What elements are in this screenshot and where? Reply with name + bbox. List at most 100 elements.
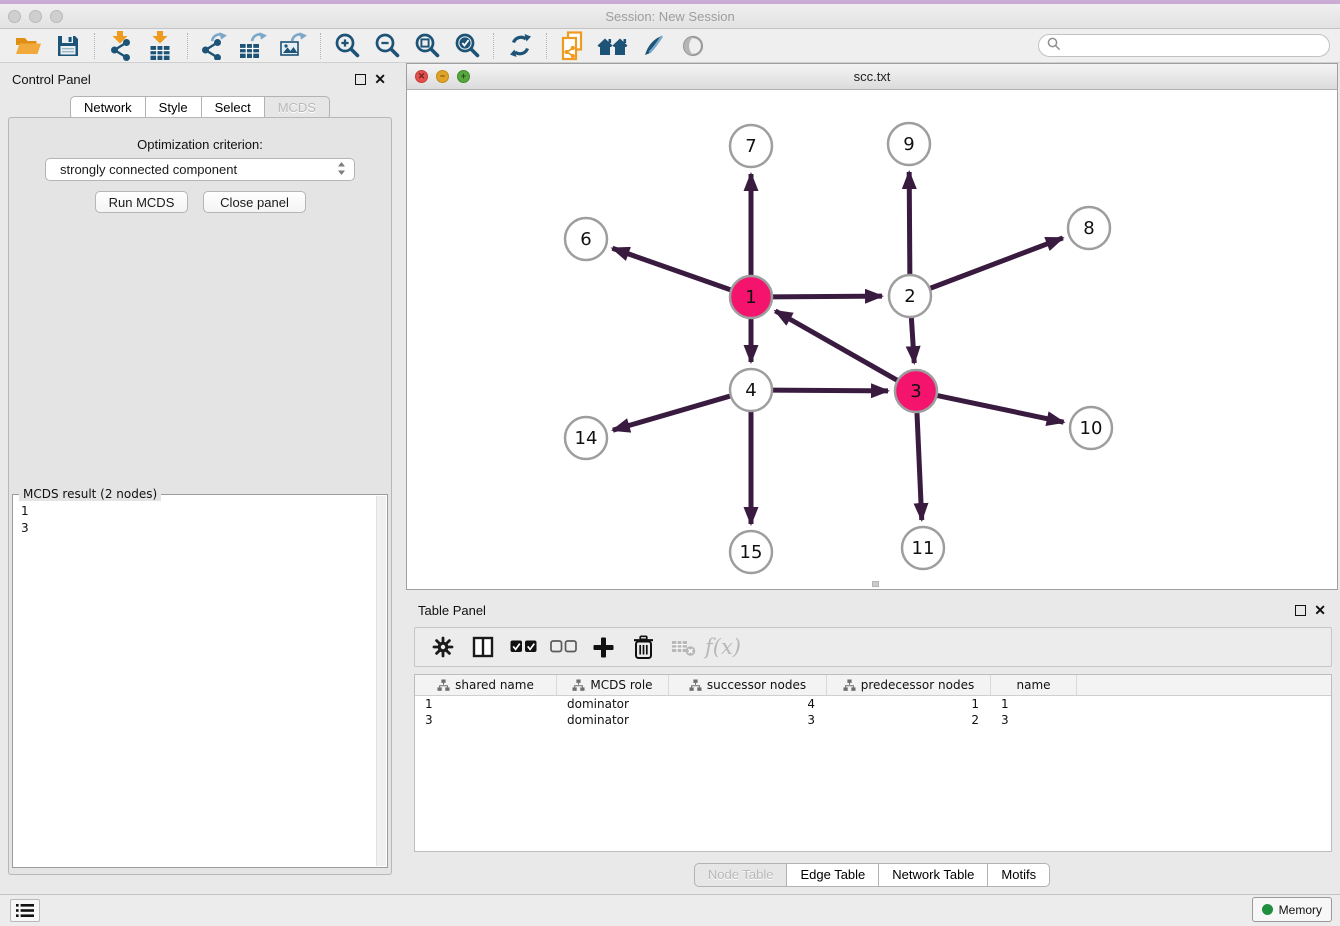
copy-network-style-button[interactable] [553,31,593,61]
toolbar-separator [320,33,321,59]
edge-2-9[interactable] [909,172,910,276]
tab-edge-table[interactable]: Edge Table [786,863,879,887]
table-row[interactable]: 3dominator323 [415,712,1331,728]
window-titlebar[interactable]: Session: New Session [0,4,1340,29]
cell-MCDS-role[interactable]: dominator [557,696,669,712]
main-toolbar [0,29,1340,63]
criterion-value: strongly connected component [60,162,237,177]
attribute-type-icon [689,679,702,692]
zoom-fit-button[interactable] [407,31,447,61]
edge-4-3[interactable] [771,390,888,391]
tab-motifs[interactable]: Motifs [987,863,1050,887]
column-header-name[interactable]: name [991,675,1077,695]
column-header-MCDS-role[interactable]: MCDS role [557,675,669,695]
import-network-button[interactable] [101,31,141,61]
graph-node-11[interactable]: 11 [902,527,944,569]
window-title: Session: New Session [0,9,1340,24]
graph-node-3[interactable]: 3 [895,370,937,412]
graph-node-15[interactable]: 15 [730,531,772,573]
edge-2-3[interactable] [911,316,914,363]
search-input[interactable] [1065,39,1321,53]
svg-text:14: 14 [575,428,598,449]
add-column-button[interactable] [585,631,621,663]
criterion-dropdown[interactable]: strongly connected component [45,158,355,181]
cell-predecessor-nodes[interactable]: 1 [827,696,991,712]
edge-3-1[interactable] [775,311,898,381]
cell-name[interactable]: 3 [991,712,1077,728]
export-table-button[interactable] [234,31,274,61]
export-image-button[interactable] [274,31,314,61]
graph-node-8[interactable]: 8 [1068,207,1110,249]
table-panel-header: Table Panel ✕ [404,596,1340,624]
edge-1-6[interactable] [612,248,732,290]
graph-node-6[interactable]: 6 [565,218,607,260]
import-table-button[interactable] [141,31,181,61]
delete-table-button [665,631,701,663]
cell-predecessor-nodes[interactable]: 2 [827,712,991,728]
network-window-titlebar[interactable]: ✕ − + scc.txt [407,64,1337,90]
tab-node-table[interactable]: Node Table [694,863,788,887]
column-header-predecessor-nodes[interactable]: predecessor nodes [827,675,991,695]
select-all-columns-button[interactable] [505,631,541,663]
export-network-button[interactable] [194,31,234,61]
zoom-selected-button[interactable] [447,31,487,61]
open-session-home-button[interactable] [593,31,633,61]
refresh-layout-button[interactable] [500,31,540,61]
column-settings-button[interactable] [425,631,461,663]
table-row[interactable]: 1dominator411 [415,696,1331,712]
graph-node-1[interactable]: 1 [730,276,772,318]
mcds-result-scrollbar[interactable] [376,496,386,866]
cell-successor-nodes[interactable]: 4 [669,696,827,712]
float-table-panel-icon[interactable] [1295,605,1306,616]
graph-node-2[interactable]: 2 [889,275,931,317]
cell-MCDS-role[interactable]: dominator [557,712,669,728]
close-panel-button[interactable]: Close panel [203,191,306,213]
mcds-result-title: MCDS result (2 nodes) [19,487,161,501]
graph-node-14[interactable]: 14 [565,417,607,459]
cell-shared-name[interactable]: 3 [415,712,557,728]
show-hide-eye-button [673,31,713,61]
float-panel-icon[interactable] [355,74,366,85]
graph-node-9[interactable]: 9 [888,123,930,165]
graph-node-10[interactable]: 10 [1070,407,1112,449]
network-graph[interactable]: 7 9 6 8 1 2 4 3 14 10 15 11 [407,90,1337,589]
run-mcds-button[interactable]: Run MCDS [95,191,188,213]
show-columns-button[interactable] [465,631,501,663]
edge-3-10[interactable] [936,395,1064,422]
memory-button[interactable]: Memory [1252,897,1332,922]
column-header-shared-name[interactable]: shared name [415,675,557,695]
edge-4-14[interactable] [613,396,732,431]
network-canvas[interactable]: 7 9 6 8 1 2 4 3 14 10 15 11 [407,90,1337,589]
svg-text:1: 1 [745,287,756,308]
graph-node-7[interactable]: 7 [730,125,772,167]
unselect-all-columns-button[interactable] [545,631,581,663]
open-file-button[interactable] [8,31,48,61]
toolbar-separator [493,33,494,59]
edge-1-2[interactable] [771,296,882,297]
zoom-out-button[interactable] [367,31,407,61]
close-panel-icon[interactable]: ✕ [374,72,386,86]
graph-node-4[interactable]: 4 [730,369,772,411]
column-header-successor-nodes[interactable]: successor nodes [669,675,827,695]
show-panels-list-button[interactable] [10,899,40,922]
mcds-result-text[interactable]: 1 3 [21,503,29,537]
canvas-resize-handle[interactable] [872,581,879,587]
cell-name[interactable]: 1 [991,696,1077,712]
save-session-button[interactable] [48,31,88,61]
mcds-result-box: MCDS result (2 nodes) 1 3 [12,494,388,868]
node-table[interactable]: shared nameMCDS rolesuccessor nodesprede… [414,674,1332,852]
svg-text:2: 2 [904,286,915,307]
apply-style-button[interactable] [633,31,673,61]
search-box[interactable] [1038,34,1330,57]
edge-2-8[interactable] [929,238,1063,289]
edge-3-11[interactable] [917,411,922,520]
cell-successor-nodes[interactable]: 3 [669,712,827,728]
status-bar [0,894,1340,926]
svg-text:3: 3 [910,381,921,402]
delete-column-button[interactable] [625,631,661,663]
close-table-panel-icon[interactable]: ✕ [1314,603,1326,617]
zoom-in-button[interactable] [327,31,367,61]
memory-status-icon [1262,904,1273,915]
cell-shared-name[interactable]: 1 [415,696,557,712]
tab-network-table[interactable]: Network Table [878,863,988,887]
